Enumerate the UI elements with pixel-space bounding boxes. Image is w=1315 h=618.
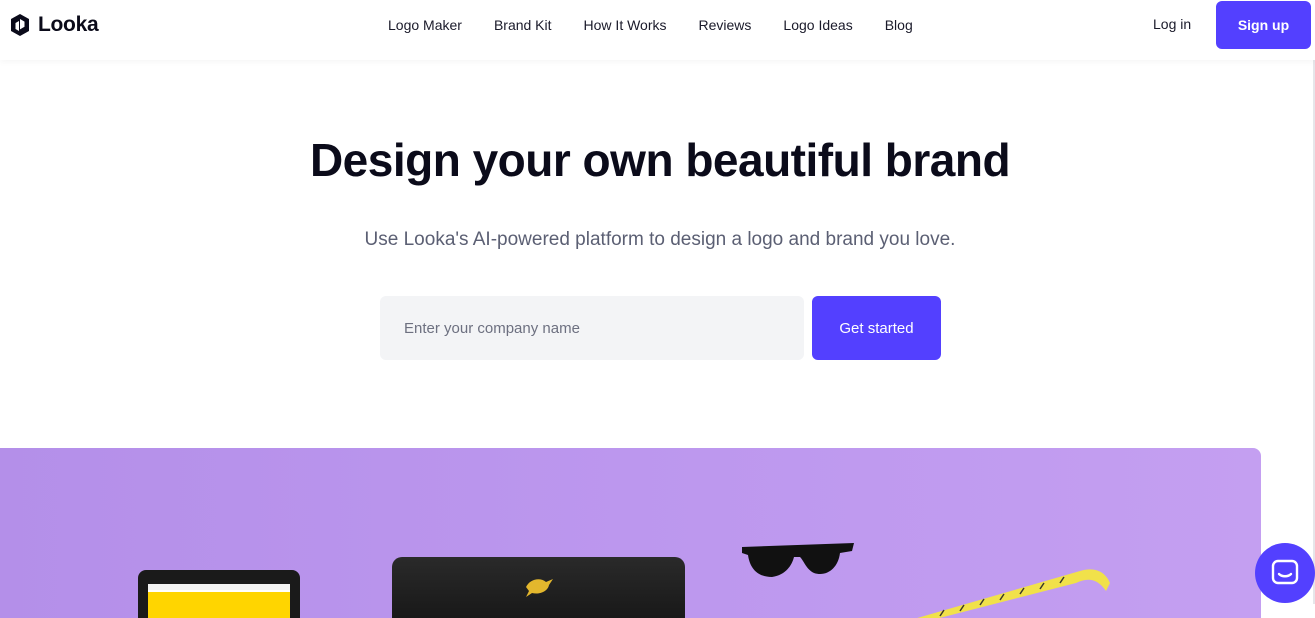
chat-launcher-button[interactable]: [1255, 543, 1315, 603]
nav-item-logo-ideas[interactable]: Logo Ideas: [783, 17, 852, 33]
site-header: Looka Logo Maker Brand Kit How It Works …: [0, 0, 1315, 60]
tablet-mockup: [138, 570, 300, 618]
sunglasses-image: [742, 543, 854, 577]
signup-button[interactable]: Sign up: [1216, 1, 1311, 49]
chat-icon: [1271, 559, 1299, 585]
glasses-case-mockup: [392, 557, 685, 618]
nav-item-brand-kit[interactable]: Brand Kit: [494, 17, 552, 33]
measuring-tape-image: [917, 569, 1110, 618]
looka-logo[interactable]: Looka: [10, 13, 99, 37]
nav-item-logo-maker[interactable]: Logo Maker: [388, 17, 462, 33]
hero-title: Design your own beautiful brand: [309, 134, 1011, 186]
hero-subtitle: Use Looka's AI-powered platform to desig…: [364, 229, 956, 250]
logo-wordmark: Looka: [38, 13, 99, 36]
company-name-input[interactable]: [380, 296, 804, 360]
bird-logo-icon: [526, 579, 553, 597]
login-link[interactable]: Log in: [1153, 16, 1191, 32]
nav-item-reviews[interactable]: Reviews: [699, 17, 752, 33]
brand-showcase-image: [0, 448, 1261, 618]
main-nav: Logo Maker Brand Kit How It Works Review…: [372, 0, 929, 50]
looka-logo-icon: [11, 14, 29, 36]
nav-item-blog[interactable]: Blog: [885, 17, 913, 33]
nav-item-how-it-works[interactable]: How It Works: [584, 17, 667, 33]
get-started-button[interactable]: Get started: [812, 296, 941, 360]
